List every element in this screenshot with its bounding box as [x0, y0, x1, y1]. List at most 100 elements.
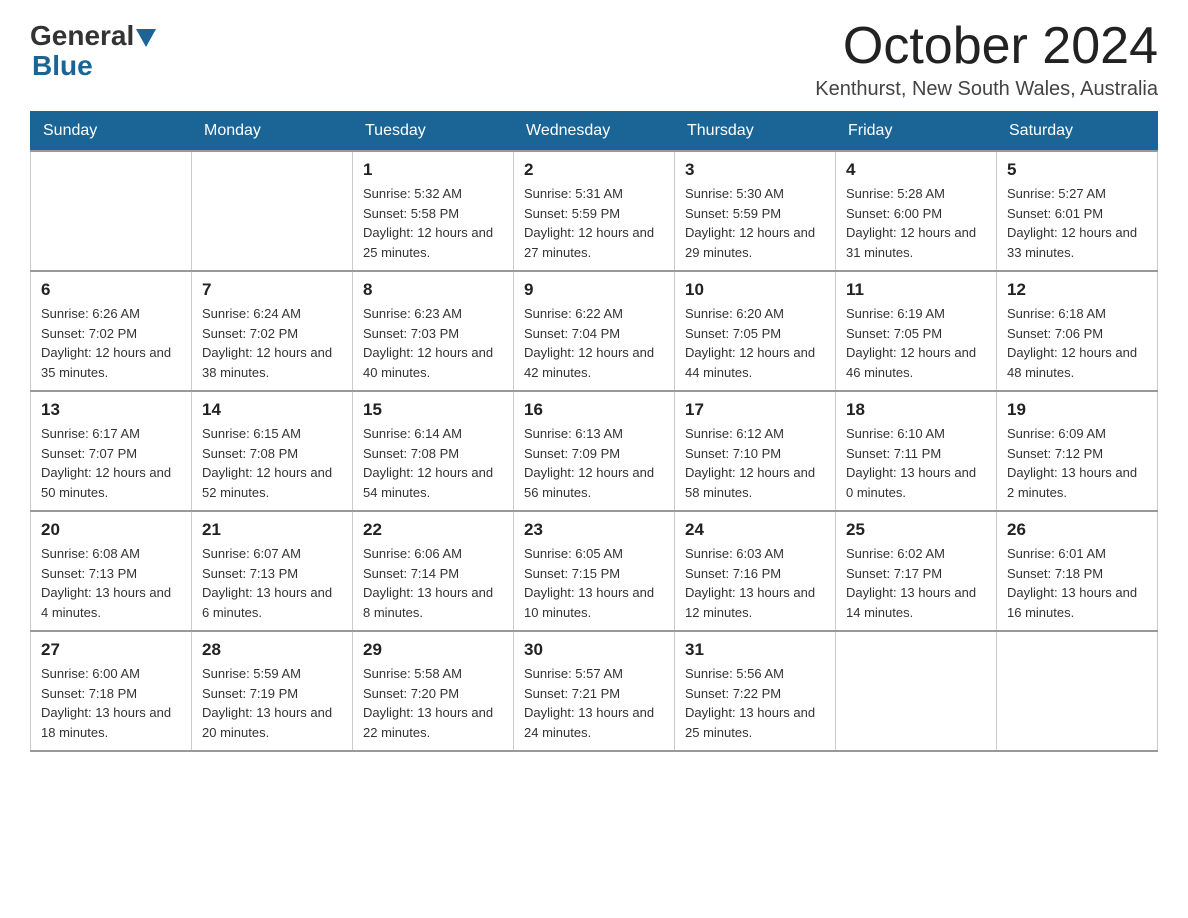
calendar-cell: 4Sunrise: 5:28 AM Sunset: 6:00 PM Daylig…	[836, 151, 997, 271]
day-info: Sunrise: 5:59 AM Sunset: 7:19 PM Dayligh…	[202, 664, 342, 742]
calendar-cell: 19 Sunrise: 6:09 AM Sunset: 7:12 PM Dayli…	[997, 391, 1158, 511]
day-info: Sunrise: 5:32 AM Sunset: 5:58 PM Dayligh…	[363, 184, 503, 262]
day-info: Sunrise: 6:19 AM Sunset: 7:05 PM Dayligh…	[846, 304, 986, 382]
day-number: 13	[41, 400, 181, 420]
day-number: 24	[685, 520, 825, 540]
day-info: Sunrise: 6:09 AM Sunset: 7:12 PM Dayligh…	[1007, 424, 1147, 502]
calendar-cell: 1 Sunrise: 5:32 AM Sunset: 5:58 PM Daylig…	[353, 151, 514, 271]
calendar-cell: 12 Sunrise: 6:18 AM Sunset: 7:06 PM Dayli…	[997, 271, 1158, 391]
calendar-cell: 26Sunrise: 6:01 AM Sunset: 7:18 PM Dayli…	[997, 511, 1158, 631]
weekday-header-wednesday: Wednesday	[514, 112, 675, 152]
calendar-cell: 9 Sunrise: 6:22 AM Sunset: 7:04 PM Daylig…	[514, 271, 675, 391]
day-info: Sunrise: 5:27 AM Sunset: 6:01 PM Dayligh…	[1007, 184, 1147, 262]
day-number: 7	[202, 280, 342, 300]
day-number: 2	[524, 160, 664, 180]
day-info: Sunrise: 5:56 AM Sunset: 7:22 PM Dayligh…	[685, 664, 825, 742]
calendar-table: SundayMondayTuesdayWednesdayThursdayFrid…	[30, 111, 1158, 752]
day-number: 21	[202, 520, 342, 540]
calendar-cell: 13 Sunrise: 6:17 AM Sunset: 7:07 PM Dayli…	[31, 391, 192, 511]
logo: General Blue	[30, 20, 156, 82]
day-number: 15	[363, 400, 503, 420]
weekday-header-saturday: Saturday	[997, 112, 1158, 152]
day-number: 16	[524, 400, 664, 420]
calendar-cell: 16 Sunrise: 6:13 AM Sunset: 7:09 PM Dayli…	[514, 391, 675, 511]
calendar-cell: 21Sunrise: 6:07 AM Sunset: 7:13 PM Dayli…	[192, 511, 353, 631]
calendar-cell: 27 Sunrise: 6:00 AM Sunset: 7:18 PM Dayli…	[31, 631, 192, 751]
day-number: 17	[685, 400, 825, 420]
day-number: 14	[202, 400, 342, 420]
calendar-cell	[31, 151, 192, 271]
day-number: 11	[846, 280, 986, 300]
day-info: Sunrise: 6:06 AM Sunset: 7:14 PM Dayligh…	[363, 544, 503, 622]
day-number: 26	[1007, 520, 1147, 540]
day-number: 19	[1007, 400, 1147, 420]
calendar-cell: 23Sunrise: 6:05 AM Sunset: 7:15 PM Dayli…	[514, 511, 675, 631]
day-info: Sunrise: 5:31 AM Sunset: 5:59 PM Dayligh…	[524, 184, 664, 262]
day-number: 31	[685, 640, 825, 660]
calendar-cell: 6Sunrise: 6:26 AM Sunset: 7:02 PM Daylig…	[31, 271, 192, 391]
calendar-cell: 10Sunrise: 6:20 AM Sunset: 7:05 PM Dayli…	[675, 271, 836, 391]
weekday-header-friday: Friday	[836, 112, 997, 152]
weekday-header-sunday: Sunday	[31, 112, 192, 152]
day-number: 3	[685, 160, 825, 180]
weekday-header-tuesday: Tuesday	[353, 112, 514, 152]
day-number: 27	[41, 640, 181, 660]
location: Kenthurst, New South Wales, Australia	[815, 78, 1158, 101]
day-info: Sunrise: 6:08 AM Sunset: 7:13 PM Dayligh…	[41, 544, 181, 622]
calendar-cell: 2 Sunrise: 5:31 AM Sunset: 5:59 PM Daylig…	[514, 151, 675, 271]
day-number: 12	[1007, 280, 1147, 300]
calendar-week-row: 6Sunrise: 6:26 AM Sunset: 7:02 PM Daylig…	[31, 271, 1158, 391]
weekday-header-row: SundayMondayTuesdayWednesdayThursdayFrid…	[31, 112, 1158, 152]
day-number: 6	[41, 280, 181, 300]
day-info: Sunrise: 6:00 AM Sunset: 7:18 PM Dayligh…	[41, 664, 181, 742]
day-number: 20	[41, 520, 181, 540]
weekday-header-monday: Monday	[192, 112, 353, 152]
day-info: Sunrise: 6:17 AM Sunset: 7:07 PM Dayligh…	[41, 424, 181, 502]
calendar-cell: 18 Sunrise: 6:10 AM Sunset: 7:11 PM Dayli…	[836, 391, 997, 511]
day-info: Sunrise: 6:14 AM Sunset: 7:08 PM Dayligh…	[363, 424, 503, 502]
day-number: 8	[363, 280, 503, 300]
calendar-cell: 20 Sunrise: 6:08 AM Sunset: 7:13 PM Dayli…	[31, 511, 192, 631]
calendar-cell: 17 Sunrise: 6:12 AM Sunset: 7:10 PM Dayli…	[675, 391, 836, 511]
month-title: October 2024	[815, 20, 1158, 72]
calendar-week-row: 13 Sunrise: 6:17 AM Sunset: 7:07 PM Dayli…	[31, 391, 1158, 511]
day-number: 5	[1007, 160, 1147, 180]
calendar-cell: 5 Sunrise: 5:27 AM Sunset: 6:01 PM Daylig…	[997, 151, 1158, 271]
day-info: Sunrise: 6:02 AM Sunset: 7:17 PM Dayligh…	[846, 544, 986, 622]
calendar-cell: 7 Sunrise: 6:24 AM Sunset: 7:02 PM Daylig…	[192, 271, 353, 391]
day-number: 18	[846, 400, 986, 420]
day-info: Sunrise: 6:12 AM Sunset: 7:10 PM Dayligh…	[685, 424, 825, 502]
day-number: 22	[363, 520, 503, 540]
calendar-cell: 30 Sunrise: 5:57 AM Sunset: 7:21 PM Dayli…	[514, 631, 675, 751]
day-info: Sunrise: 6:23 AM Sunset: 7:03 PM Dayligh…	[363, 304, 503, 382]
calendar-cell	[836, 631, 997, 751]
day-info: Sunrise: 6:13 AM Sunset: 7:09 PM Dayligh…	[524, 424, 664, 502]
day-number: 25	[846, 520, 986, 540]
day-number: 30	[524, 640, 664, 660]
day-info: Sunrise: 6:15 AM Sunset: 7:08 PM Dayligh…	[202, 424, 342, 502]
calendar-cell: 22 Sunrise: 6:06 AM Sunset: 7:14 PM Dayli…	[353, 511, 514, 631]
day-number: 23	[524, 520, 664, 540]
page-header: General Blue October 2024 Kenthurst, New…	[30, 20, 1158, 101]
calendar-cell	[192, 151, 353, 271]
calendar-week-row: 20 Sunrise: 6:08 AM Sunset: 7:13 PM Dayli…	[31, 511, 1158, 631]
day-info: Sunrise: 5:57 AM Sunset: 7:21 PM Dayligh…	[524, 664, 664, 742]
calendar-cell	[997, 631, 1158, 751]
day-number: 9	[524, 280, 664, 300]
day-info: Sunrise: 6:22 AM Sunset: 7:04 PM Dayligh…	[524, 304, 664, 382]
calendar-cell: 28 Sunrise: 5:59 AM Sunset: 7:19 PM Dayli…	[192, 631, 353, 751]
calendar-cell: 3 Sunrise: 5:30 AM Sunset: 5:59 PM Daylig…	[675, 151, 836, 271]
day-info: Sunrise: 5:30 AM Sunset: 5:59 PM Dayligh…	[685, 184, 825, 262]
day-number: 1	[363, 160, 503, 180]
calendar-week-row: 1 Sunrise: 5:32 AM Sunset: 5:58 PM Daylig…	[31, 151, 1158, 271]
day-info: Sunrise: 6:20 AM Sunset: 7:05 PM Dayligh…	[685, 304, 825, 382]
day-info: Sunrise: 6:10 AM Sunset: 7:11 PM Dayligh…	[846, 424, 986, 502]
calendar-cell: 25 Sunrise: 6:02 AM Sunset: 7:17 PM Dayli…	[836, 511, 997, 631]
day-info: Sunrise: 6:03 AM Sunset: 7:16 PM Dayligh…	[685, 544, 825, 622]
calendar-week-row: 27 Sunrise: 6:00 AM Sunset: 7:18 PM Dayli…	[31, 631, 1158, 751]
day-info: Sunrise: 6:18 AM Sunset: 7:06 PM Dayligh…	[1007, 304, 1147, 382]
logo-triangle-icon	[136, 29, 156, 47]
day-number: 28	[202, 640, 342, 660]
day-info: Sunrise: 6:24 AM Sunset: 7:02 PM Dayligh…	[202, 304, 342, 382]
day-info: Sunrise: 5:58 AM Sunset: 7:20 PM Dayligh…	[363, 664, 503, 742]
